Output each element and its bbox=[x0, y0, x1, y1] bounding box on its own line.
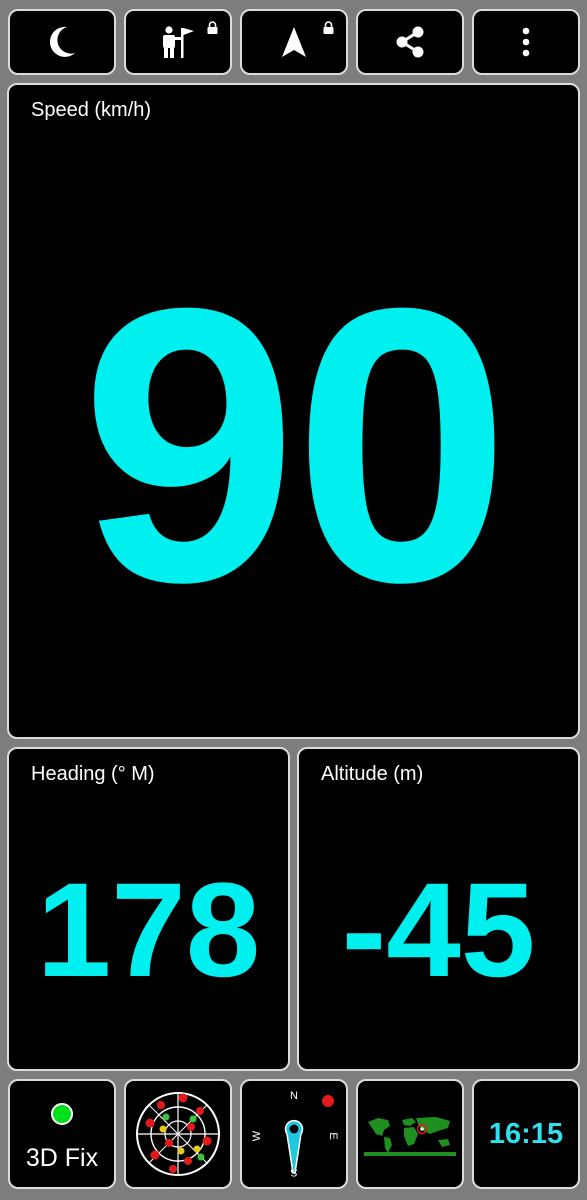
heading-panel[interactable]: Heading (° M) 178 bbox=[7, 747, 290, 1071]
speed-panel[interactable]: Speed (km/h) 90 bbox=[7, 83, 580, 739]
more-options-button[interactable] bbox=[472, 9, 580, 75]
compass-north-label: N bbox=[290, 1090, 298, 1102]
gps-fix-tile[interactable]: 3D Fix bbox=[8, 1079, 116, 1189]
night-mode-button[interactable] bbox=[8, 9, 116, 75]
world-map-tile[interactable] bbox=[356, 1079, 464, 1189]
altitude-value: -45 bbox=[341, 856, 536, 1005]
satellite-sky-view-icon bbox=[136, 1092, 220, 1176]
satellite-sky-view-tile[interactable] bbox=[124, 1079, 232, 1189]
share-icon bbox=[396, 26, 424, 58]
share-button[interactable] bbox=[356, 9, 464, 75]
altitude-panel[interactable]: Altitude (m) -45 bbox=[297, 747, 580, 1071]
compass-tile[interactable]: N W E S bbox=[240, 1079, 348, 1189]
more-vertical-icon bbox=[522, 27, 530, 57]
clock-tile[interactable]: 16:15 bbox=[472, 1079, 580, 1189]
heading-label: Heading (° M) bbox=[31, 763, 155, 785]
lock-icon bbox=[323, 21, 334, 34]
fix-status-text: 3D Fix bbox=[25, 1144, 99, 1172]
moon-icon bbox=[49, 26, 75, 57]
bearing-marker bbox=[322, 1095, 334, 1107]
fix-status-indicator bbox=[51, 1103, 73, 1125]
tour-guide-button[interactable] bbox=[124, 9, 232, 75]
speed-value: 90 bbox=[80, 227, 511, 663]
lock-icon bbox=[207, 21, 218, 34]
navigation-button[interactable] bbox=[240, 9, 348, 75]
altitude-label: Altitude (m) bbox=[321, 763, 424, 785]
compass-west-label: W bbox=[251, 1130, 263, 1141]
speed-label: Speed (km/h) bbox=[31, 99, 152, 121]
world-map-icon bbox=[364, 1112, 456, 1156]
heading-value: 178 bbox=[36, 856, 261, 1005]
compass-icon: N W E S bbox=[251, 1090, 339, 1178]
tour-guide-icon bbox=[163, 26, 194, 58]
clock-time: 16:15 bbox=[488, 1117, 564, 1150]
navigation-arrow-icon bbox=[282, 27, 306, 57]
compass-east-label: E bbox=[327, 1132, 339, 1139]
